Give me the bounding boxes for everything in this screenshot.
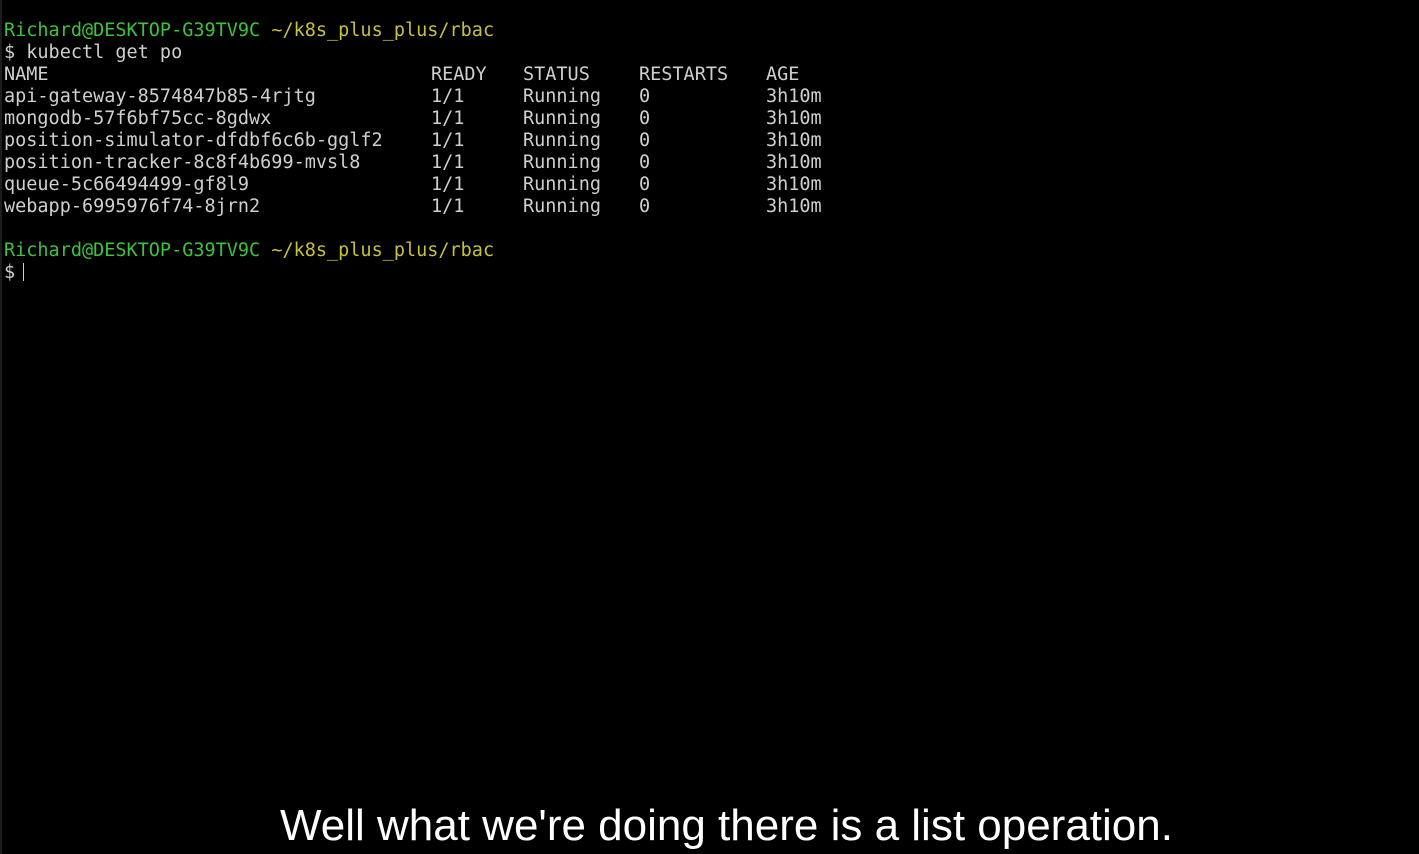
pod-ready: 1/1 [431, 196, 465, 217]
pod-age: 3h10m [766, 108, 822, 129]
pod-ready: 1/1 [431, 130, 465, 151]
pod-status: Running [523, 108, 601, 129]
pod-name: mongodb-57f6bf75cc-8gdwx [4, 108, 272, 129]
pod-restarts: 0 [639, 108, 651, 129]
pod-restarts: 0 [639, 196, 651, 217]
prompt-user-host: Richard@DESKTOP-G39TV9C [4, 20, 261, 41]
prompt-path: ~/k8s_plus_plus/rbac [271, 240, 495, 261]
header-age: AGE [766, 64, 800, 85]
pod-name: webapp-6995976f74-8jrn2 [4, 196, 261, 217]
pod-status: Running [523, 86, 601, 107]
pod-restarts: 0 [639, 174, 651, 195]
header-restarts: RESTARTS [639, 64, 729, 85]
pod-age: 3h10m [766, 152, 822, 173]
terminal-window[interactable]: Richard@DESKTOP-G39TV9C ~/k8s_plus_plus/… [0, 0, 1419, 854]
pod-age: 3h10m [766, 174, 822, 195]
header-status: STATUS [523, 64, 590, 85]
prompt-line: Richard@DESKTOP-G39TV9C ~/k8s_plus_plus/… [4, 240, 1404, 262]
text-cursor [23, 263, 25, 281]
header-ready: READY [431, 64, 487, 85]
pod-restarts: 0 [639, 86, 651, 107]
table-row: position-tracker-8c8f4b699-mvsl8 1/1 Run… [4, 152, 1404, 174]
input-line[interactable]: $ [4, 262, 1404, 284]
pod-status: Running [523, 196, 601, 217]
pod-age: 3h10m [766, 196, 822, 217]
input-prompt-symbol: $ [4, 262, 16, 283]
pod-restarts: 0 [639, 130, 651, 151]
prompt-line: Richard@DESKTOP-G39TV9C ~/k8s_plus_plus/… [4, 20, 1404, 42]
pod-ready: 1/1 [431, 152, 465, 173]
pod-restarts: 0 [639, 152, 651, 173]
table-row: mongodb-57f6bf75cc-8gdwx 1/1 Running 0 3… [4, 108, 1404, 130]
table-row: queue-5c66494499-gf8l9 1/1 Running 0 3h1… [4, 174, 1404, 196]
table-row: api-gateway-8574847b85-4rjtg 1/1 Running… [4, 86, 1404, 108]
caption-text: Well what we're doing there is a list op… [280, 801, 1173, 850]
terminal-output: Richard@DESKTOP-G39TV9C ~/k8s_plus_plus/… [4, 20, 1404, 284]
table-row: position-simulator-dfdbf6c6b-gglf2 1/1 R… [4, 130, 1404, 152]
prompt-path: ~/k8s_plus_plus/rbac [271, 20, 495, 41]
pod-name: position-tracker-8c8f4b699-mvsl8 [4, 152, 361, 173]
pod-status: Running [523, 130, 601, 151]
video-caption: Well what we're doing there is a list op… [2, 798, 1419, 854]
pod-name: api-gateway-8574847b85-4rjtg [4, 86, 316, 107]
pod-name: position-simulator-dfdbf6c6b-gglf2 [4, 130, 383, 151]
pod-status: Running [523, 152, 601, 173]
pod-ready: 1/1 [431, 174, 465, 195]
prompt-user-host: Richard@DESKTOP-G39TV9C [4, 240, 261, 261]
pod-age: 3h10m [766, 86, 822, 107]
table-row: webapp-6995976f74-8jrn2 1/1 Running 0 3h… [4, 196, 1404, 218]
pod-status: Running [523, 174, 601, 195]
pod-age: 3h10m [766, 130, 822, 151]
pod-ready: 1/1 [431, 108, 465, 129]
pod-name: queue-5c66494499-gf8l9 [4, 174, 250, 195]
pod-ready: 1/1 [431, 86, 465, 107]
command-line: $ kubectl get po [4, 42, 183, 63]
header-name: NAME [4, 64, 49, 85]
table-header: NAME READY STATUS RESTARTS AGE [4, 64, 1404, 86]
